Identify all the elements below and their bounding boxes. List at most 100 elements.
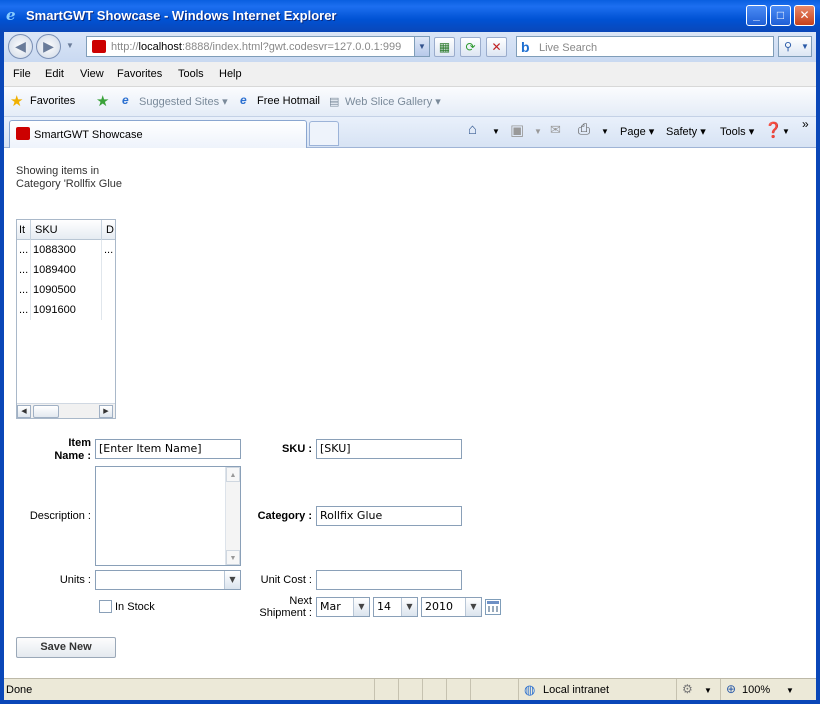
grid-cell-sku: 1090500: [31, 280, 102, 300]
address-dropdown-icon[interactable]: ▼: [414, 37, 429, 56]
add-favorites-icon[interactable]: ★: [96, 92, 109, 110]
close-window-button[interactable]: ✕: [794, 5, 815, 26]
help-dropdown-icon[interactable]: ▼: [782, 127, 790, 136]
grid-header: It SKU D: [17, 220, 115, 240]
menu-favorites[interactable]: Favorites: [117, 68, 162, 80]
zoom-level[interactable]: 100%: [742, 684, 770, 696]
search-button[interactable]: ⚲ ▼: [778, 36, 812, 57]
grid-header-desc[interactable]: D: [102, 220, 115, 240]
grid-cell-item: ...: [17, 300, 31, 320]
item-name-field[interactable]: [Enter Item Name]: [95, 439, 241, 459]
ship-year-value: 2010: [425, 600, 453, 613]
menu-edit[interactable]: Edit: [45, 68, 64, 80]
table-row[interactable]: ... 1088300 ...: [17, 240, 115, 260]
search-field[interactable]: b Live Search: [516, 36, 774, 57]
grid-header-item[interactable]: It: [17, 220, 31, 240]
category-label: Category :: [257, 510, 312, 522]
ship-year-select[interactable]: 2010 ▼: [421, 597, 482, 617]
table-row[interactable]: ... 1091600: [17, 300, 115, 320]
tools-menu[interactable]: Tools ▾: [720, 125, 754, 138]
unit-cost-field[interactable]: [316, 570, 462, 590]
scroll-up-icon[interactable]: ▲: [226, 467, 240, 482]
print-dropdown-icon[interactable]: ▼: [601, 127, 609, 136]
history-dropdown-icon[interactable]: ▼: [66, 41, 74, 50]
tab-smartgwt-showcase[interactable]: SmartGWT Showcase: [9, 120, 307, 148]
save-new-button[interactable]: Save New: [16, 637, 116, 658]
favorites-button[interactable]: Favorites: [30, 95, 75, 107]
sku-field[interactable]: [SKU]: [316, 439, 462, 459]
menu-view[interactable]: View: [80, 68, 104, 80]
protected-mode-dropdown-icon[interactable]: ▼: [704, 686, 712, 695]
window-border-bottom: [0, 700, 820, 704]
forward-arrow-icon: ▶: [43, 38, 54, 54]
scroll-left-icon[interactable]: ◀: [17, 405, 31, 418]
stop-button[interactable]: ✕: [486, 37, 507, 57]
menu-file[interactable]: File: [13, 68, 31, 80]
grid-cell-desc: [102, 280, 115, 300]
tab-label: SmartGWT Showcase: [34, 129, 143, 141]
window-title: SmartGWT Showcase - Windows Internet Exp…: [26, 8, 337, 23]
ship-month-select[interactable]: Mar ▼: [316, 597, 370, 617]
item-name-label: Item Name :: [54, 437, 91, 462]
web-slice-gallery-link[interactable]: Web Slice Gallery ▾: [345, 95, 441, 108]
help-icon[interactable]: ❓: [764, 121, 783, 139]
description-textarea[interactable]: ▲ ▼: [95, 466, 241, 566]
ie-hotmail-icon: e: [240, 93, 247, 107]
address-field[interactable]: http://localhost:8888/index.html?gwt.cod…: [86, 36, 430, 57]
menu-help[interactable]: Help: [219, 68, 242, 80]
tab-row: SmartGWT Showcase ⌂ ▼ ▣ ▼ ✉ ⎙ ▼ Page ▾ S…: [4, 117, 816, 148]
search-options-dropdown-icon[interactable]: ▼: [801, 42, 809, 51]
feeds-icon[interactable]: ▣: [510, 121, 524, 139]
scroll-thumb[interactable]: [33, 405, 59, 418]
compatibility-view-button[interactable]: ▦: [434, 37, 455, 57]
read-mail-icon[interactable]: ✉: [550, 122, 561, 138]
scroll-right-icon[interactable]: ▶: [99, 405, 113, 418]
feeds-dropdown-icon[interactable]: ▼: [534, 127, 542, 136]
protected-mode-icon[interactable]: ⚙: [682, 682, 693, 696]
grid-header-sku[interactable]: SKU: [31, 220, 102, 240]
url-text: http://localhost:8888/index.html?gwt.cod…: [111, 41, 402, 53]
chevron-down-icon[interactable]: ▼: [401, 598, 417, 616]
home-dropdown-icon[interactable]: ▼: [492, 127, 500, 136]
suggested-sites-link[interactable]: Suggested Sites ▾: [139, 95, 228, 108]
ship-month-value: Mar: [320, 600, 341, 613]
print-icon[interactable]: ⎙: [578, 121, 590, 138]
status-divider: [676, 679, 677, 701]
free-hotmail-link[interactable]: Free Hotmail: [257, 95, 320, 107]
live-search-logo-icon: b: [521, 39, 530, 55]
compatibility-icon: ▦: [438, 40, 451, 54]
safety-menu[interactable]: Safety ▾: [666, 125, 706, 138]
table-row[interactable]: ... 1089400: [17, 260, 115, 280]
table-row[interactable]: ... 1090500: [17, 280, 115, 300]
in-stock-label[interactable]: In Stock: [115, 601, 155, 613]
zoom-dropdown-icon[interactable]: ▼: [786, 686, 794, 695]
maximize-button[interactable]: □: [770, 5, 791, 26]
category-heading: Showing items in Category 'Rollfix Glue: [16, 165, 123, 190]
scroll-down-icon[interactable]: ▼: [226, 550, 240, 565]
units-select[interactable]: ▼: [95, 570, 241, 590]
page-menu[interactable]: Page ▾: [620, 125, 654, 138]
category-field[interactable]: Rollfix Glue: [316, 506, 462, 526]
calendar-icon[interactable]: [485, 599, 501, 615]
sku-label: SKU :: [282, 443, 312, 455]
chevron-more-icon[interactable]: »: [802, 117, 809, 131]
next-shipment-label-line2: Shipment :: [259, 607, 312, 619]
intranet-globe-icon: ◍: [524, 682, 536, 697]
forward-button[interactable]: ▶: [36, 34, 61, 59]
ship-day-select[interactable]: 14 ▼: [373, 597, 418, 617]
home-icon[interactable]: ⌂: [468, 121, 477, 138]
new-tab-button[interactable]: [309, 121, 339, 146]
minimize-button[interactable]: _: [746, 5, 767, 26]
web-slice-icon: ▤: [329, 96, 340, 108]
in-stock-checkbox[interactable]: [99, 600, 112, 613]
refresh-button[interactable]: ⟳: [460, 37, 481, 57]
chevron-down-icon[interactable]: ▼: [465, 598, 481, 616]
zone-text[interactable]: Local intranet: [543, 684, 609, 696]
grid-horizontal-scrollbar[interactable]: ◀ ▶: [17, 403, 115, 418]
menu-tools[interactable]: Tools: [178, 68, 204, 80]
chevron-down-icon[interactable]: ▼: [353, 598, 369, 616]
back-button[interactable]: ◀: [8, 34, 33, 59]
grid-cell-sku: 1089400: [31, 260, 102, 280]
status-divider: [720, 679, 721, 701]
items-grid[interactable]: It SKU D ... 1088300 ... ... 1089400 ...…: [16, 219, 116, 419]
